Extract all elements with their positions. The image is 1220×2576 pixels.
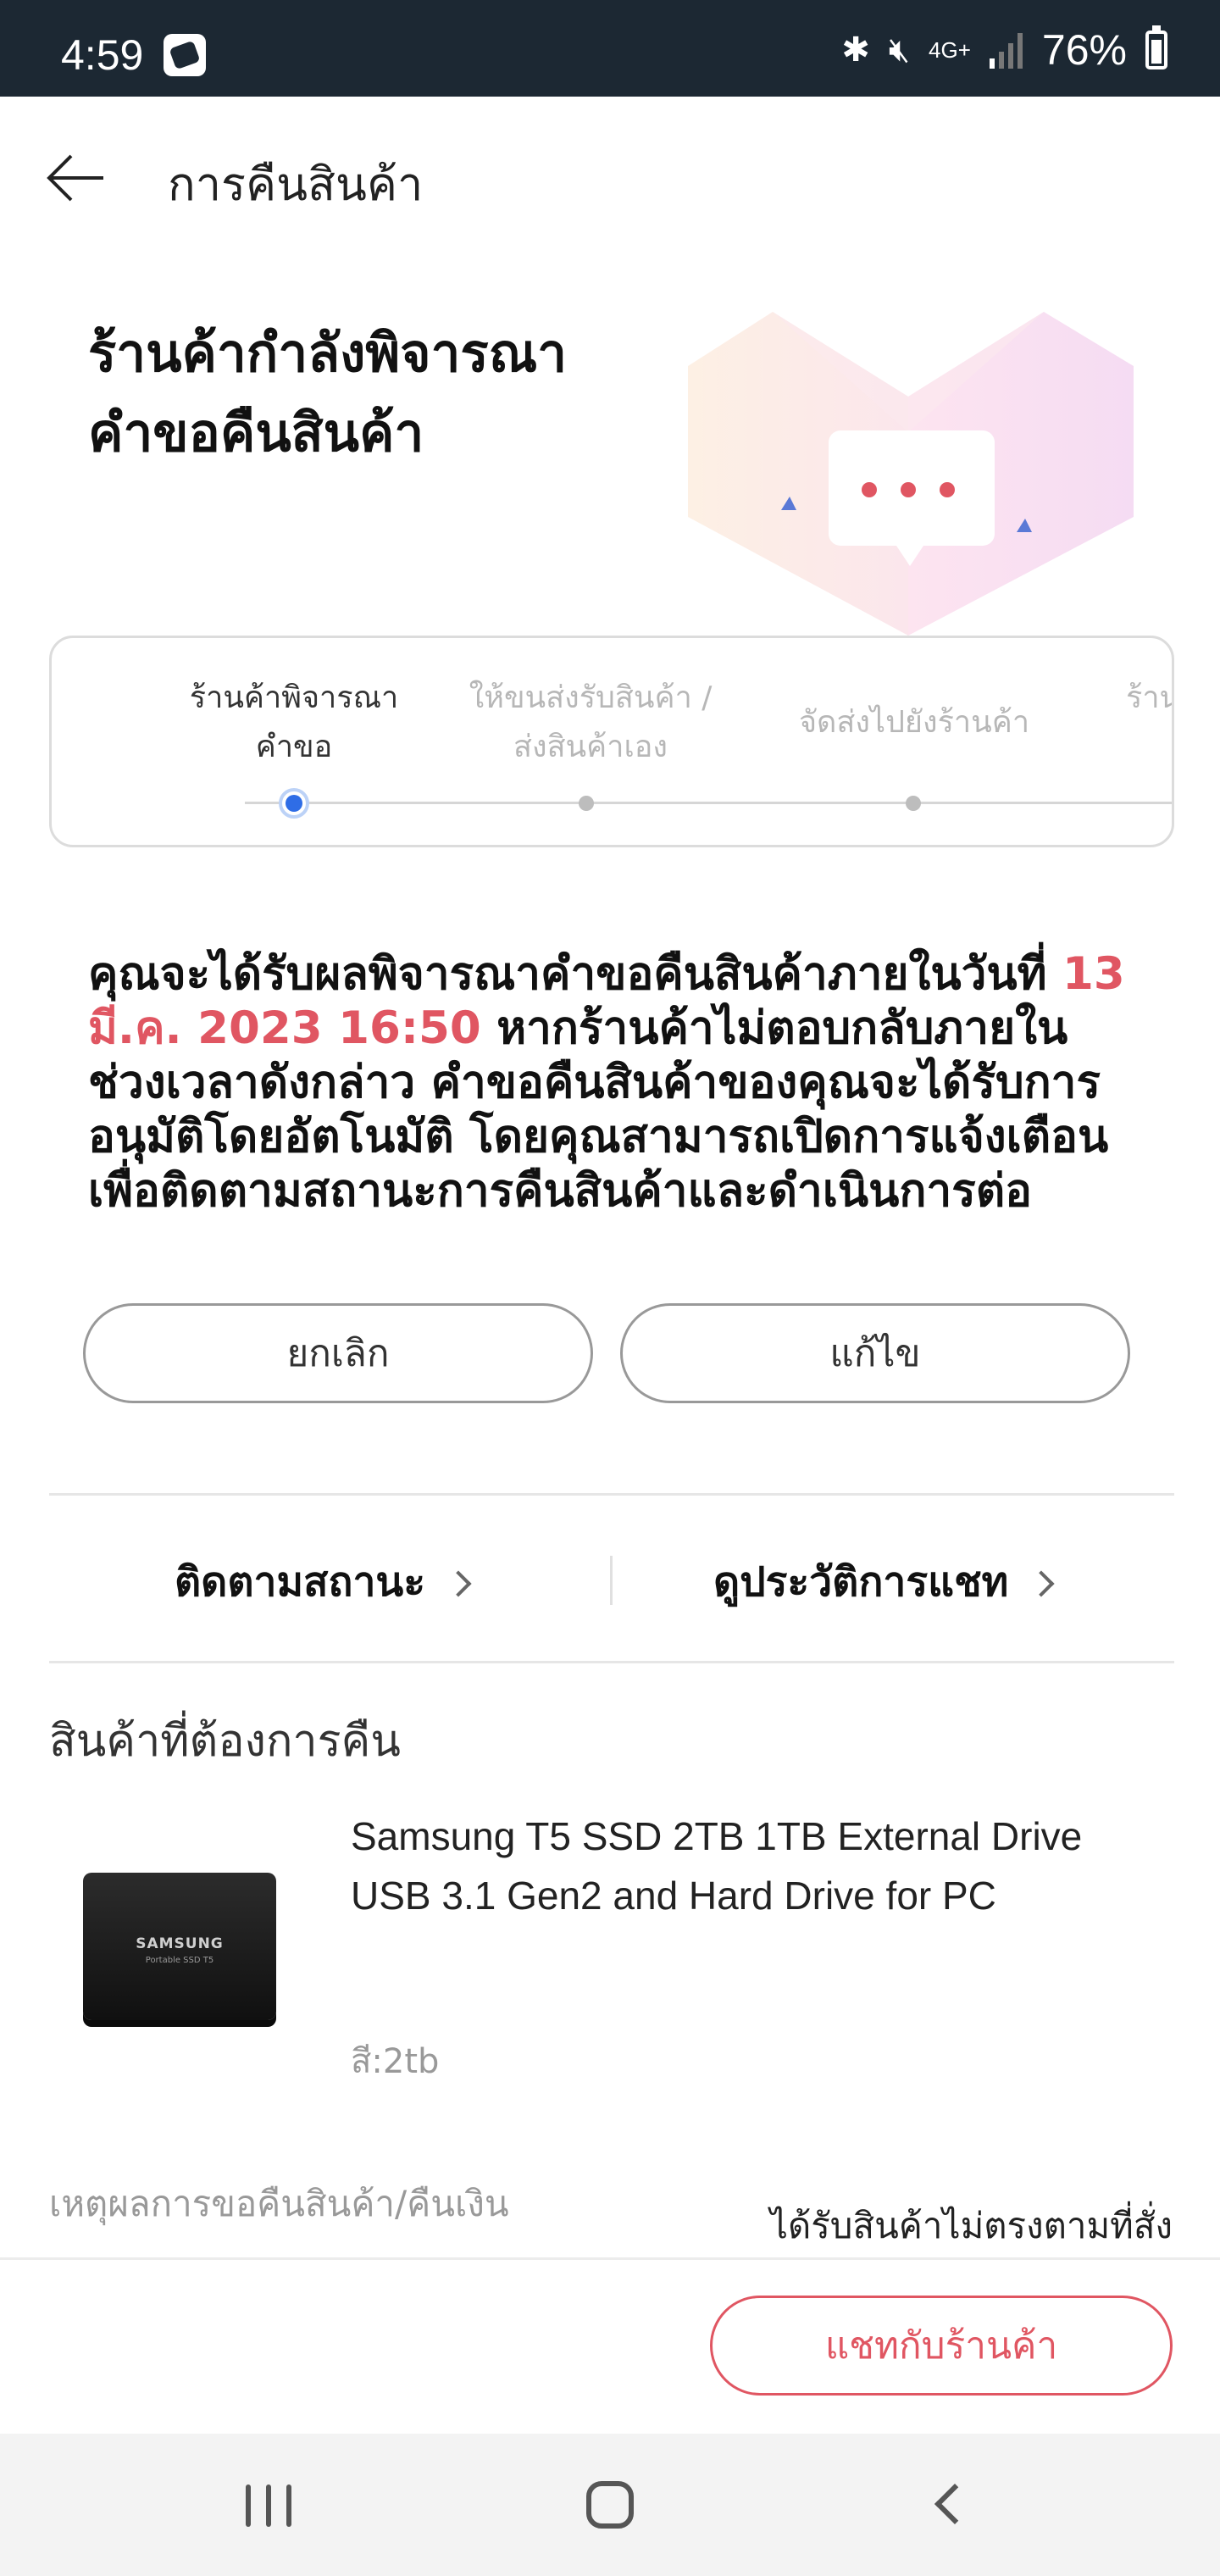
status-heading-line2: คำขอคืนสินค้า: [88, 402, 424, 464]
product-variant: สี:2tb: [351, 2042, 440, 2081]
step-label: คำขอ: [255, 730, 333, 764]
signal-icon: [989, 33, 1023, 69]
battery-percent: 76%: [1041, 26, 1127, 74]
4g-lte-icon: 4G+: [929, 37, 971, 63]
product-image-model: Portable SSD T5: [145, 1956, 214, 1965]
step-ship-to-shop: จัดส่งไปยังร้านค้า: [779, 698, 1050, 747]
app-notification-icon: [164, 34, 206, 76]
mute-icon: 🔇︎: [888, 31, 911, 69]
chevron-right-icon: [1028, 1570, 1055, 1597]
back-icon[interactable]: [934, 2483, 976, 2525]
step-dot-active: [279, 788, 309, 819]
product-name[interactable]: Samsung T5 SSD 2TB 1TB External Drive US…: [351, 1807, 1164, 1925]
recent-apps-icon[interactable]: [246, 2484, 293, 2527]
chevron-right-icon: [445, 1570, 472, 1597]
chat-history-label: ดูประวัติการแชท: [713, 1558, 1009, 1606]
return-progress-tracker: ร้านค้าพิจารณา คำขอ ให้ขนส่งรับสินค้า / …: [49, 636, 1174, 847]
status-time: 4:59: [61, 31, 144, 79]
bluetooth-icon: ✱: [841, 31, 870, 69]
return-items-heading: สินค้าที่ต้องการคืน: [49, 1716, 401, 1767]
step-shop-inspect: ร้านค้า สอ: [1075, 674, 1172, 772]
return-reason-label: เหตุผลการขอคืนสินค้า/คืนเงิน: [49, 2183, 509, 2224]
home-icon[interactable]: [586, 2481, 634, 2529]
arrow-left-icon: [47, 154, 103, 202]
step-shop-review: ร้านค้าพิจารณา คำขอ: [158, 674, 430, 772]
step-label: ให้ขนส่งรับสินค้า /: [469, 680, 713, 715]
chat-with-shop-button[interactable]: แชทกับร้านค้า: [710, 2296, 1173, 2396]
battery-charging-icon: [1145, 25, 1167, 69]
page-title: การคืนสินค้า: [168, 158, 424, 211]
product-image-brand: SAMSUNG: [136, 1935, 224, 1952]
track-status-label: ติดตามสถานะ: [175, 1558, 426, 1606]
step-label: ร้านค้าพิจารณา: [189, 680, 399, 715]
status-heading-line1: ร้านค้ากำลังพิจารณา: [88, 322, 568, 384]
progress-line: [245, 802, 1172, 804]
notice-text: คุณจะได้รับผลพิจารณาคำขอคืนสินค้าภายในวั…: [88, 948, 1063, 1000]
chat-history-link[interactable]: ดูประวัติการแชท: [713, 1544, 1055, 1620]
chat-bubble-box-illustration: [678, 305, 1152, 636]
edit-button[interactable]: แก้ไข: [620, 1303, 1130, 1403]
step-dot: [579, 796, 594, 811]
return-reason-value: ได้รับสินค้าไม่ตรงตามที่สั่ง: [769, 2205, 1173, 2246]
step-label: ส่งสินค้าเอง: [513, 730, 668, 764]
step-dot: [906, 796, 921, 811]
status-heading: ร้านค้ากำลังพิจารณา คำขอคืนสินค้า: [88, 314, 715, 473]
track-status-link[interactable]: ติดตามสถานะ: [175, 1544, 472, 1620]
app-header: การคืนสินค้า: [0, 97, 1220, 249]
step-label: ร้านค้า: [1126, 680, 1172, 715]
status-bar: 4:59 ✱ 🔇︎ 4G+ 76%: [0, 0, 1220, 97]
bottom-action-bar: แชทกับร้านค้า: [0, 2257, 1220, 2434]
system-nav-bar: [0, 2434, 1220, 2576]
cancel-button[interactable]: ยกเลิก: [83, 1303, 593, 1403]
back-button[interactable]: [44, 146, 108, 210]
step-label: สอ: [1075, 723, 1172, 772]
product-thumbnail[interactable]: SAMSUNG Portable SSD T5: [83, 1873, 276, 2020]
divider: [49, 1661, 1174, 1663]
status-icons: ✱ 🔇︎ 4G+ 76%: [841, 25, 1167, 74]
review-deadline-notice: คุณจะได้รับผลพิจารณาคำขอคืนสินค้าภายในวั…: [88, 947, 1139, 1219]
step-pickup: ให้ขนส่งรับสินค้า / ส่งสินค้าเอง: [455, 674, 726, 772]
step-label: จัดส่งไปยังร้านค้า: [798, 705, 1030, 740]
divider: [49, 1493, 1174, 1496]
vertical-separator: [610, 1556, 613, 1605]
